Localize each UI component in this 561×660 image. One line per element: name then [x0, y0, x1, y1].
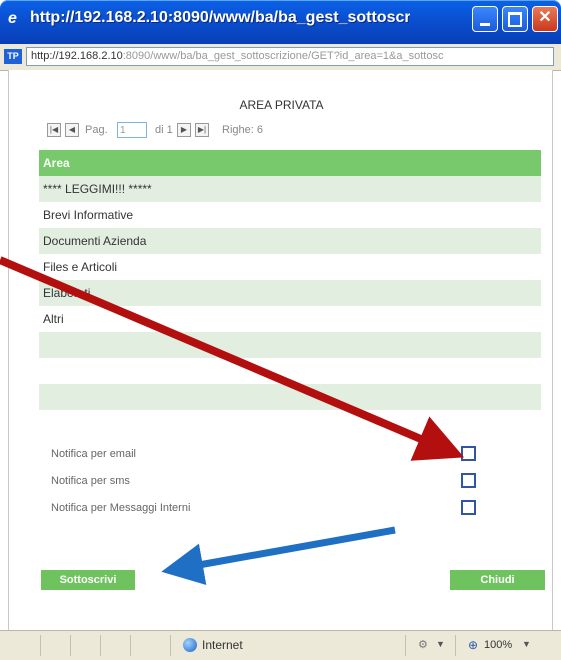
- status-divider: [405, 635, 406, 656]
- minimize-icon: [480, 23, 490, 26]
- maximize-icon: [508, 12, 522, 27]
- status-divider: [455, 635, 456, 656]
- status-divider: [40, 635, 41, 656]
- address-host: http://192.168.2.10: [31, 50, 123, 62]
- globe-icon: [183, 638, 197, 652]
- last-page-button[interactable]: ▶|: [195, 123, 209, 137]
- grid-row[interactable]: Brevi Informative: [39, 202, 541, 228]
- chevron-down-icon[interactable]: ▼: [436, 639, 445, 649]
- first-page-button[interactable]: |◀: [47, 123, 61, 137]
- status-divider: [130, 635, 131, 656]
- grid-row[interactable]: Documenti Azienda: [39, 228, 541, 254]
- zoom-icon: ⊕: [468, 638, 479, 652]
- next-page-button[interactable]: ▶: [177, 123, 191, 137]
- notify-email-checkbox[interactable]: [461, 446, 476, 461]
- page-label: Pag.: [85, 124, 108, 136]
- grid-header-area: Area: [39, 150, 541, 176]
- maximize-button[interactable]: [502, 6, 528, 32]
- grid-row[interactable]: **** LEGGIMI!!! *****: [39, 176, 541, 202]
- minimize-button[interactable]: [472, 6, 498, 32]
- title-bar[interactable]: e http://192.168.2.10:8090/www/ba/ba_ges…: [0, 0, 561, 44]
- grid-row-empty: [39, 358, 541, 384]
- page-favicon-icon: TP: [4, 49, 22, 64]
- notify-internal-checkbox[interactable]: [461, 500, 476, 515]
- grid-row[interactable]: Elaborati: [39, 280, 541, 306]
- ie-logo-icon: e: [8, 10, 17, 27]
- zoom-level[interactable]: 100%: [484, 639, 512, 651]
- grid-row-empty: [39, 384, 541, 410]
- address-path: :8090/www/ba/ba_gest_sottoscrizione/GET?…: [122, 50, 444, 62]
- address-bar: TP http://192.168.2.10:8090/www/ba/ba_ge…: [0, 44, 561, 71]
- chevron-down-icon[interactable]: ▼: [522, 639, 531, 649]
- grid-row-empty: [39, 332, 541, 358]
- status-bar: Internet ⚙ ▼ ⊕ 100% ▼: [0, 630, 561, 660]
- close-icon: ✕: [538, 9, 552, 26]
- close-window-button[interactable]: ✕: [532, 6, 558, 32]
- notify-sms-label: Notifica per sms: [51, 475, 130, 487]
- notify-email-label: Notifica per email: [51, 448, 136, 460]
- notify-sms-checkbox[interactable]: [461, 473, 476, 488]
- protected-mode-icon[interactable]: ⚙: [418, 638, 428, 651]
- page-number-input[interactable]: [117, 122, 147, 138]
- area-grid: Area **** LEGGIMI!!! ***** Brevi Informa…: [39, 150, 541, 410]
- window-title: http://192.168.2.10:8090/www/ba/ba_gest_…: [30, 9, 410, 26]
- row-count: Righe: 6: [222, 124, 263, 136]
- grid-row[interactable]: Altri: [39, 306, 541, 332]
- grid-row[interactable]: Files e Articoli: [39, 254, 541, 280]
- status-divider: [100, 635, 101, 656]
- page-content: AREA PRIVATA |◀ ◀ Pag. di 1 ▶ ▶| Righe: …: [8, 70, 553, 630]
- status-divider: [170, 635, 171, 656]
- security-zone: Internet: [202, 638, 243, 652]
- subscribe-button[interactable]: Sottoscrivi: [41, 570, 135, 590]
- status-divider: [70, 635, 71, 656]
- notify-internal-label: Notifica per Messaggi Interni: [51, 502, 191, 514]
- address-field[interactable]: http://192.168.2.10:8090/www/ba/ba_gest_…: [26, 47, 554, 66]
- browser-popup-window: e http://192.168.2.10:8090/www/ba/ba_ges…: [0, 0, 561, 660]
- close-button[interactable]: Chiudi: [450, 570, 545, 590]
- page-count: di 1: [155, 124, 173, 136]
- prev-page-button[interactable]: ◀: [65, 123, 79, 137]
- page-title: AREA PRIVATA: [239, 98, 324, 112]
